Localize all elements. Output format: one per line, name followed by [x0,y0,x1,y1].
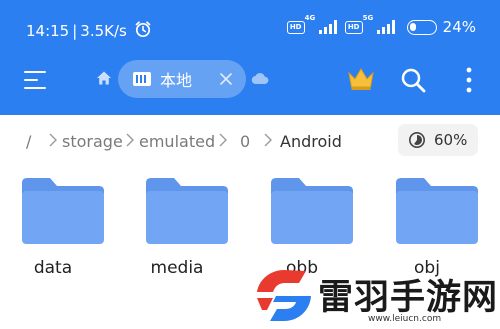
status-time: 14:15 [26,22,70,40]
folder-icon [396,178,478,244]
sim1-network-type: 4G [304,13,316,22]
cloud-icon[interactable] [251,70,269,89]
sim1-hd-label: HD [289,22,302,31]
alarm-icon [134,20,152,42]
sim2-signal-icon [376,20,395,34]
folder-item[interactable]: data [3,178,104,278]
breadcrumb-item-emulated[interactable]: emulated [139,132,215,151]
tab-label: 本地 [160,71,193,90]
chevron-right-icon [126,133,134,147]
folder-icon [22,178,104,244]
sim1-hd-badge: HD 4G [286,14,315,34]
breadcrumb-item-android[interactable]: Android [280,132,342,151]
watermark-domain: www.leiucn.com [368,314,442,324]
toolbar: 本地 [0,56,500,115]
status-right: HD 4G HD 5G 24% [286,14,476,36]
folder-item[interactable]: obb [252,178,353,278]
header: 14:15 | 3.5K/s HD 4G HD 5G 24% 本地 [0,0,500,115]
storage-usage-percent: 60% [434,131,468,149]
status-separator: | [72,22,78,40]
tab-local[interactable]: 本地 [118,60,246,98]
status-bar: 14:15 | 3.5K/s HD 4G HD 5G 24% [0,0,500,56]
status-left: 14:15 | 3.5K/s [26,20,152,42]
search-icon[interactable] [400,67,426,97]
close-icon[interactable] [218,71,234,87]
home-icon[interactable] [96,70,112,90]
drive-icon [133,72,151,86]
sim1-signal-icon [318,20,337,34]
sim2-hd-badge: HD 5G [344,14,373,34]
chevron-right-icon [264,133,272,147]
sim2-hd-label: HD [347,22,360,31]
more-icon[interactable] [466,67,472,97]
folder-item[interactable]: media [127,178,228,278]
folder-name: media [150,258,204,278]
folder-icon [146,178,228,244]
pie-chart-icon [409,132,425,148]
menu-icon[interactable] [24,68,48,92]
battery-percent: 24% [442,18,476,36]
network-speed: 3.5K/s [80,22,127,40]
breadcrumb-root[interactable]: / [26,132,31,151]
battery-icon [406,19,437,35]
breadcrumb-item-0[interactable]: 0 [240,132,250,151]
storage-usage-badge[interactable]: 60% [398,124,478,156]
breadcrumb-item-storage[interactable]: storage [62,132,123,151]
folder-icon [271,178,353,244]
folder-item[interactable]: obj [377,178,478,278]
sim2-network-type: 5G [362,13,374,22]
crown-icon[interactable] [346,66,376,96]
chevron-right-icon [219,133,227,147]
watermark-text: 雷羽手游网 [318,278,499,318]
watermark: 雷羽手游网 www.leiucn.com [248,262,500,329]
chevron-right-icon [49,133,57,147]
battery-fill [409,22,416,31]
watermark-logo [257,270,311,321]
folder-name: data [33,258,73,278]
